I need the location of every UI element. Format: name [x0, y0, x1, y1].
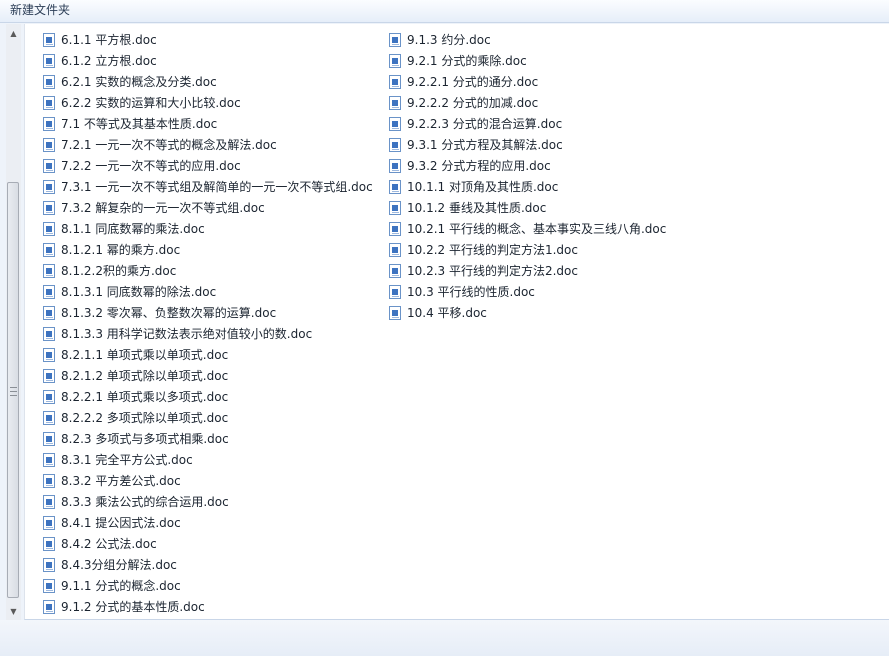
file-name: 8.4.3分组分解法.doc: [61, 558, 177, 572]
word-doc-icon: [43, 117, 55, 131]
word-doc-icon: [389, 54, 401, 68]
word-doc-icon: [43, 348, 55, 362]
file-name: 8.1.2.1 幂的乘方.doc: [61, 243, 181, 257]
file-name: 8.1.3.2 零次幂、负整数次幂的运算.doc: [61, 306, 277, 320]
word-doc-icon: [43, 54, 55, 68]
word-doc-icon: [43, 285, 55, 299]
file-name: 8.1.3.1 同底数幂的除法.doc: [61, 285, 217, 299]
file-name: 9.2.1 分式的乘除.doc: [407, 54, 527, 68]
word-doc-icon: [43, 432, 55, 446]
word-doc-icon: [43, 537, 55, 551]
file-name: 10.2.2 平行线的判定方法1.doc: [407, 243, 578, 257]
word-doc-icon: [43, 264, 55, 278]
file-name: 9.1.3 约分.doc: [407, 33, 491, 47]
word-doc-icon: [389, 117, 401, 131]
file-name: 8.2.2.2 多项式除以单项式.doc: [61, 411, 229, 425]
file-name: 10.3 平行线的性质.doc: [407, 285, 535, 299]
word-doc-icon: [43, 159, 55, 173]
word-doc-icon: [43, 558, 55, 572]
file-name: 10.2.1 平行线的概念、基本事实及三线八角.doc: [407, 222, 667, 236]
word-doc-icon: [43, 369, 55, 383]
word-doc-icon: [43, 75, 55, 89]
file-name: 6.1.1 平方根.doc: [61, 33, 157, 47]
word-doc-icon: [389, 33, 401, 47]
file-list: 6.1.1 平方根.doc 6.1.2 立方根.doc 6.2.1 实数的概念及分类…: [24, 24, 889, 620]
file-name: 7.1 不等式及其基本性质.doc: [61, 117, 218, 131]
word-doc-icon: [43, 222, 55, 236]
word-doc-icon: [43, 180, 55, 194]
file-name: 6.2.2 实数的运算和大小比较.doc: [61, 96, 241, 110]
word-doc-icon: [43, 201, 55, 215]
file-name: 9.2.2.3 分式的混合运算.doc: [407, 117, 563, 131]
word-doc-icon: [389, 306, 401, 320]
file-name: 8.1.3.3 用科学记数法表示绝对值较小的数.doc: [61, 327, 313, 341]
file-name: 8.2.2.1 单项式乘以多项式.doc: [61, 390, 229, 404]
word-doc-icon: [43, 33, 55, 47]
file-name: 7.2.2 一元一次不等式的应用.doc: [61, 159, 241, 173]
word-doc-icon: [43, 474, 55, 488]
word-doc-icon: [389, 180, 401, 194]
file-name: 8.1.1 同底数幂的乘法.doc: [61, 222, 205, 236]
word-doc-icon: [43, 579, 55, 593]
vertical-scrollbar[interactable]: ▲ ▼: [6, 24, 21, 620]
file-name: 7.3.1 一元一次不等式组及解简单的一元一次不等式组.doc: [61, 180, 373, 194]
file-name: 10.1.1 对顶角及其性质.doc: [407, 180, 559, 194]
file-name: 8.2.3 多项式与多项式相乘.doc: [61, 432, 229, 446]
word-doc-icon: [389, 75, 401, 89]
scrollbar-grip-icon: [10, 387, 17, 396]
file-name: 9.1.1 分式的概念.doc: [61, 579, 181, 593]
scrollbar-thumb[interactable]: [7, 182, 19, 598]
word-doc-icon: [43, 138, 55, 152]
file-name: 8.4.2 公式法.doc: [61, 537, 157, 551]
word-doc-icon: [43, 453, 55, 467]
word-doc-icon: [43, 327, 55, 341]
file-name: 9.1.2 分式的基本性质.doc: [61, 600, 205, 614]
folder-title-bar: 新建文件夹: [0, 0, 889, 23]
file-name: 9.2.2.1 分式的通分.doc: [407, 75, 539, 89]
file-name: 10.4 平移.doc: [407, 306, 487, 320]
file-name: 6.1.2 立方根.doc: [61, 54, 157, 68]
folder-title: 新建文件夹: [10, 3, 71, 17]
explorer-window: 新建文件夹 ▲ ▼ 6.1.1 平方根.doc 6.1.2 立方根.doc 6.2.…: [0, 0, 889, 656]
word-doc-icon: [43, 306, 55, 320]
file-name: 8.1.2.2积的乘方.doc: [61, 264, 177, 278]
file-name: 8.3.2 平方差公式.doc: [61, 474, 181, 488]
word-doc-icon: [43, 600, 55, 614]
word-doc-icon: [389, 264, 401, 278]
file-name: 9.2.2.2 分式的加减.doc: [407, 96, 539, 110]
word-doc-icon: [389, 285, 401, 299]
scroll-down-arrow-icon[interactable]: ▼: [6, 604, 21, 619]
file-name: 8.4.1 提公因式法.doc: [61, 516, 181, 530]
file-name: 8.2.1.1 单项式乘以单项式.doc: [61, 348, 229, 362]
file-name: 8.2.1.2 单项式除以单项式.doc: [61, 369, 229, 383]
word-doc-icon: [43, 390, 55, 404]
word-doc-icon: [389, 222, 401, 236]
file-name: 9.3.2 分式方程的应用.doc: [407, 159, 551, 173]
word-doc-icon: [43, 516, 55, 530]
word-doc-icon: [389, 138, 401, 152]
file-name: 8.3.3 乘法公式的综合运用.doc: [61, 495, 229, 509]
file-name: 9.3.1 分式方程及其解法.doc: [407, 138, 563, 152]
file-name: 10.1.2 垂线及其性质.doc: [407, 201, 547, 215]
word-doc-icon: [389, 201, 401, 215]
file-name: 7.3.2 解复杂的一元一次不等式组.doc: [61, 201, 265, 215]
word-doc-icon: [389, 159, 401, 173]
word-doc-icon: [389, 96, 401, 110]
word-doc-icon: [389, 243, 401, 257]
word-doc-icon: [43, 96, 55, 110]
file-name: 10.2.3 平行线的判定方法2.doc: [407, 264, 578, 278]
file-name: 7.2.1 一元一次不等式的概念及解法.doc: [61, 138, 277, 152]
word-doc-icon: [43, 495, 55, 509]
file-name: 8.3.1 完全平方公式.doc: [61, 453, 193, 467]
scroll-up-arrow-icon[interactable]: ▲: [6, 26, 21, 41]
details-pane: [0, 620, 889, 656]
file-name: 6.2.1 实数的概念及分类.doc: [61, 75, 217, 89]
word-doc-icon: [43, 411, 55, 425]
word-doc-icon: [43, 243, 55, 257]
